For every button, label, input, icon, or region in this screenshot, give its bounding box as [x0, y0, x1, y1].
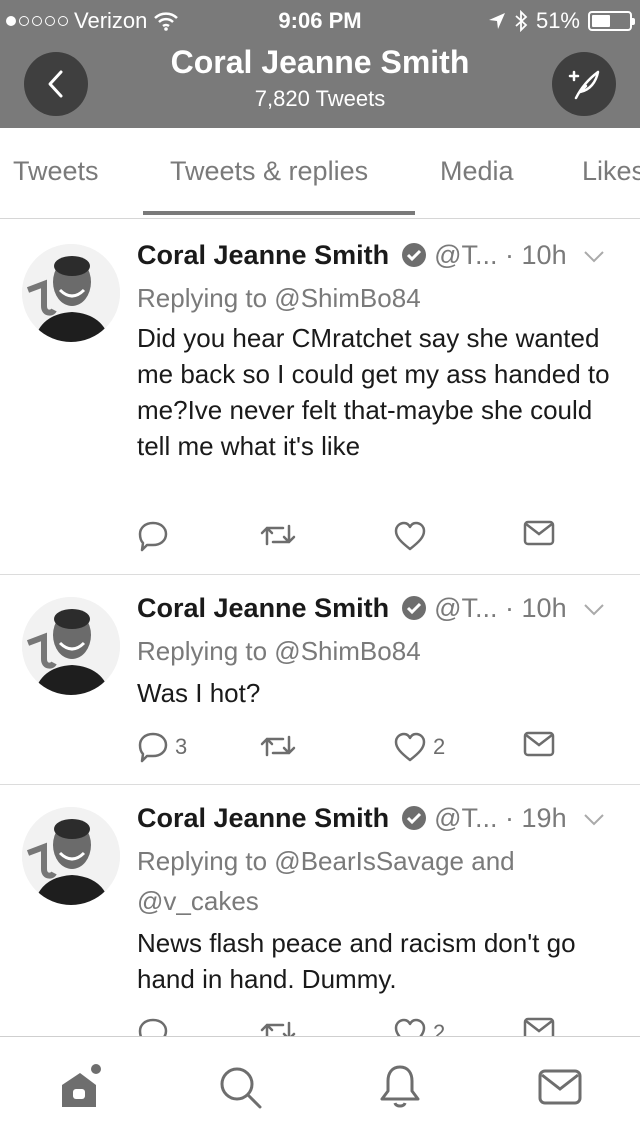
- avatar[interactable]: [22, 597, 120, 695]
- reply-icon: [138, 521, 168, 552]
- tweet-timestamp: · 19h: [505, 803, 567, 833]
- tweet-text: Did you hear CMratchet say she wanted me…: [137, 323, 610, 461]
- avatar[interactable]: [22, 807, 120, 905]
- tweet-item[interactable]: Coral Jeanne Smith @T... · 10h Replying …: [0, 575, 640, 785]
- envelope-icon: [523, 520, 555, 546]
- reply-button[interactable]: [137, 520, 169, 552]
- notifications-icon: [380, 1065, 420, 1108]
- replying-to[interactable]: Replying to @ShimBo84: [137, 631, 617, 671]
- location-arrow-icon: [488, 13, 505, 29]
- tab-tweets-and-replies[interactable]: Tweets & replies: [170, 156, 368, 187]
- tab-likes[interactable]: Likes: [582, 156, 640, 187]
- messages-tab[interactable]: [536, 1063, 584, 1111]
- retweet-button[interactable]: [259, 520, 297, 550]
- tweet-author-handle[interactable]: @T...: [434, 240, 497, 270]
- tweet-text: News flash peace and racism don't go han…: [137, 928, 576, 994]
- tweet-author-name[interactable]: Coral Jeanne Smith: [137, 240, 389, 270]
- like-button[interactable]: 2: [393, 1017, 445, 1036]
- heart-icon: [394, 1018, 426, 1036]
- profile-header: Verizon 9:06 PM 51% Coral Jeanne Smith 7…: [0, 0, 640, 128]
- chevron-down-icon[interactable]: [583, 250, 605, 264]
- compose-tweet-icon: [568, 70, 600, 100]
- tweet-author-handle[interactable]: @T...: [434, 803, 497, 833]
- direct-message-button[interactable]: [523, 1017, 555, 1036]
- chevron-down-icon[interactable]: [583, 603, 605, 617]
- verified-badge-icon: [401, 596, 426, 620]
- reply-button[interactable]: 3: [137, 731, 187, 763]
- tweet-author-name[interactable]: Coral Jeanne Smith: [137, 593, 389, 623]
- active-tab-indicator: [143, 211, 415, 215]
- tab-tweets[interactable]: Tweets: [13, 156, 99, 187]
- verified-badge-icon: [401, 243, 426, 267]
- search-tab[interactable]: [216, 1063, 264, 1111]
- reply-button[interactable]: [137, 1017, 169, 1036]
- reply-count: 3: [175, 734, 188, 759]
- like-button[interactable]: [393, 520, 427, 552]
- retweet-icon: [260, 735, 296, 757]
- envelope-icon: [523, 1017, 555, 1036]
- tweet-author-handle[interactable]: @T...: [434, 593, 497, 623]
- direct-message-button[interactable]: [523, 731, 555, 757]
- profile-tabs: Tweets Tweets & replies Media Likes: [0, 128, 640, 219]
- search-icon: [220, 1067, 262, 1109]
- retweet-icon: [260, 524, 296, 546]
- battery-percent: 51%: [535, 8, 580, 33]
- tweet-author-name[interactable]: Coral Jeanne Smith: [137, 803, 389, 833]
- tweet-count: 7,820 Tweets: [254, 86, 386, 111]
- tab-media[interactable]: Media: [440, 156, 514, 187]
- home-tab[interactable]: [56, 1063, 104, 1111]
- retweet-button[interactable]: [259, 1017, 297, 1036]
- like-count: 2: [433, 1020, 446, 1036]
- envelope-icon: [523, 731, 555, 757]
- profile-name-title: Coral Jeanne Smith: [170, 44, 470, 80]
- compose-tweet-button[interactable]: [552, 52, 616, 116]
- status-bar: Verizon 9:06 PM 51%: [0, 0, 640, 40]
- direct-message-button[interactable]: [523, 520, 555, 546]
- verified-badge-icon: [401, 806, 426, 830]
- heart-icon: [394, 732, 426, 762]
- home-icon: [62, 1064, 101, 1107]
- avatar[interactable]: [22, 244, 120, 342]
- reply-icon: [138, 1018, 168, 1036]
- replying-to[interactable]: Replying to @ShimBo84: [137, 278, 617, 318]
- bottom-tab-bar: [0, 1036, 640, 1137]
- tweet-text: Was I hot?: [137, 678, 261, 708]
- retweet-icon: [260, 1021, 296, 1036]
- tweet-timestamp: · 10h: [505, 593, 567, 623]
- like-count: 2: [433, 734, 446, 759]
- chevron-down-icon[interactable]: [583, 813, 605, 827]
- heart-icon: [394, 521, 426, 551]
- like-button[interactable]: 2: [393, 731, 445, 763]
- tweet-item[interactable]: Coral Jeanne Smith @T... · 10h Replying …: [0, 222, 640, 575]
- tweet-item[interactable]: Coral Jeanne Smith @T... · 19h Replying …: [0, 785, 640, 1036]
- retweet-button[interactable]: [259, 731, 297, 761]
- messages-icon: [538, 1069, 582, 1105]
- bluetooth-icon: [515, 10, 528, 32]
- replying-to[interactable]: Replying to @BearIsSavage and @v_cakes: [137, 841, 617, 921]
- battery-icon: [588, 11, 635, 31]
- reply-icon: [138, 732, 168, 763]
- tweet-timestamp: · 10h: [505, 240, 567, 270]
- notifications-tab[interactable]: [376, 1063, 424, 1111]
